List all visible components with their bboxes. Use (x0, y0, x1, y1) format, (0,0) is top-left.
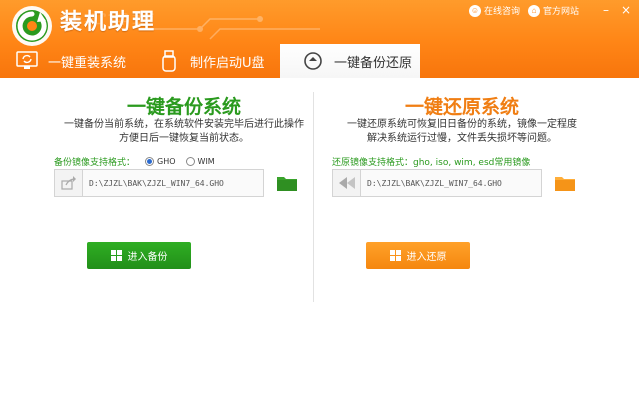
enter-backup-button[interactable]: 进入备份 (87, 242, 191, 269)
app-logo-icon (12, 6, 52, 46)
windows-logo-icon (389, 250, 401, 261)
home-icon: ⌂ (527, 4, 540, 17)
enter-restore-button[interactable]: 进入还原 (366, 242, 470, 269)
tab-make-usb-label: 制作启动U盘 (190, 55, 265, 71)
minimize-button[interactable]: – (599, 3, 613, 17)
main-tabs: 一键重装系统 制作启动U盘 一键备份还原 (0, 44, 639, 78)
radio-wim-dot (185, 157, 195, 166)
online-consult-label: 在线咨询 (483, 6, 520, 16)
radio-gho-dot (145, 157, 155, 166)
backup-format-row: 备份镜像支持格式： GHO WIM (54, 155, 215, 168)
backup-desc-line1: 一键备份当前系统，在系统软件安装完毕后进行此操作 (64, 119, 304, 130)
backup-folder-icon[interactable] (277, 174, 297, 191)
backup-path-text: D:\ZJZL\BAK\ZJZL_WIN7_64.GHO (89, 178, 224, 188)
restore-title: 一键还原系统 (404, 96, 519, 118)
format-radio-wim[interactable]: WIM (185, 157, 215, 166)
restore-folder-icon[interactable] (555, 174, 575, 191)
usb-drive-icon (158, 50, 180, 72)
format-radio-gho[interactable]: GHO (145, 157, 176, 166)
official-site-label: 官方网站 (542, 6, 579, 16)
window-controls: – × (599, 3, 633, 17)
backup-path-field[interactable]: D:\ZJZL\BAK\ZJZL_WIN7_64.GHO (54, 169, 264, 197)
main-content: 一键备份系统 一键备份当前系统，在系统软件安装完毕后进行此操作 方便日后一键恢复… (0, 78, 639, 402)
backup-desc-line2: 方便日后一键恢复当前状态。 (119, 133, 249, 144)
share-arrow-icon (55, 170, 83, 196)
backup-title: 一键备份系统 (126, 96, 241, 118)
top-links: ☺ 在线咨询 ⌂ 官方网站 (468, 4, 579, 17)
tab-reinstall-system[interactable]: 一键重装系统 (0, 44, 142, 78)
restore-format-label: 还原镜像支持格式：gho, iso, wim, esd常用镜像 (332, 158, 531, 168)
restore-desc-line1: 一键还原系统可恢复旧日备份的系统，镜像一定程度 (347, 119, 577, 130)
official-site-link[interactable]: ⌂ 官方网站 (527, 4, 579, 17)
restore-path-text: D:\ZJZL\BAK\ZJZL_WIN7_64.GHO (367, 178, 502, 188)
enter-backup-label: 进入备份 (127, 252, 168, 263)
tab-backup-restore[interactable]: 一键备份还原 (280, 44, 420, 78)
restore-desc-line2: 解决系统运行过慢，文件丢失损坏等问题。 (367, 133, 557, 144)
tab-backup-restore-label: 一键备份还原 (334, 55, 413, 71)
online-consult-link[interactable]: ☺ 在线咨询 (468, 4, 520, 17)
enter-restore-label: 进入还原 (406, 252, 447, 263)
radio-gho-label: GHO (157, 157, 176, 166)
restore-description: 一键还原系统可恢复旧日备份的系统，镜像一定程度 解决系统运行过慢，文件丢失损坏等… (332, 118, 592, 146)
backup-description: 一键备份当前系统，在系统软件安装完毕后进行此操作 方便日后一键恢复当前状态。 (54, 118, 314, 146)
tab-reinstall-label: 一键重装系统 (48, 55, 127, 71)
windows-logo-icon (110, 250, 122, 261)
rewind-arrow-icon (333, 170, 361, 196)
header-decoration (140, 16, 320, 40)
tab-make-usb[interactable]: 制作启动U盘 (142, 44, 280, 78)
app-header: 装机助理 装机助理 ☺ 在线咨询 ⌂ 官方网站 – × 一键重装系统 制作启动U… (0, 0, 639, 78)
backup-format-label: 备份镜像支持格式： (54, 158, 136, 168)
monitor-refresh-icon (16, 50, 38, 72)
restore-path-field[interactable]: D:\ZJZL\BAK\ZJZL_WIN7_64.GHO (332, 169, 542, 197)
close-button[interactable]: × (619, 3, 633, 17)
backup-circle-icon (302, 50, 324, 72)
chat-icon: ☺ (468, 4, 481, 17)
restore-format-row: 还原镜像支持格式：gho, iso, wim, esd常用镜像 (332, 155, 530, 168)
radio-wim-label: WIM (197, 157, 215, 166)
